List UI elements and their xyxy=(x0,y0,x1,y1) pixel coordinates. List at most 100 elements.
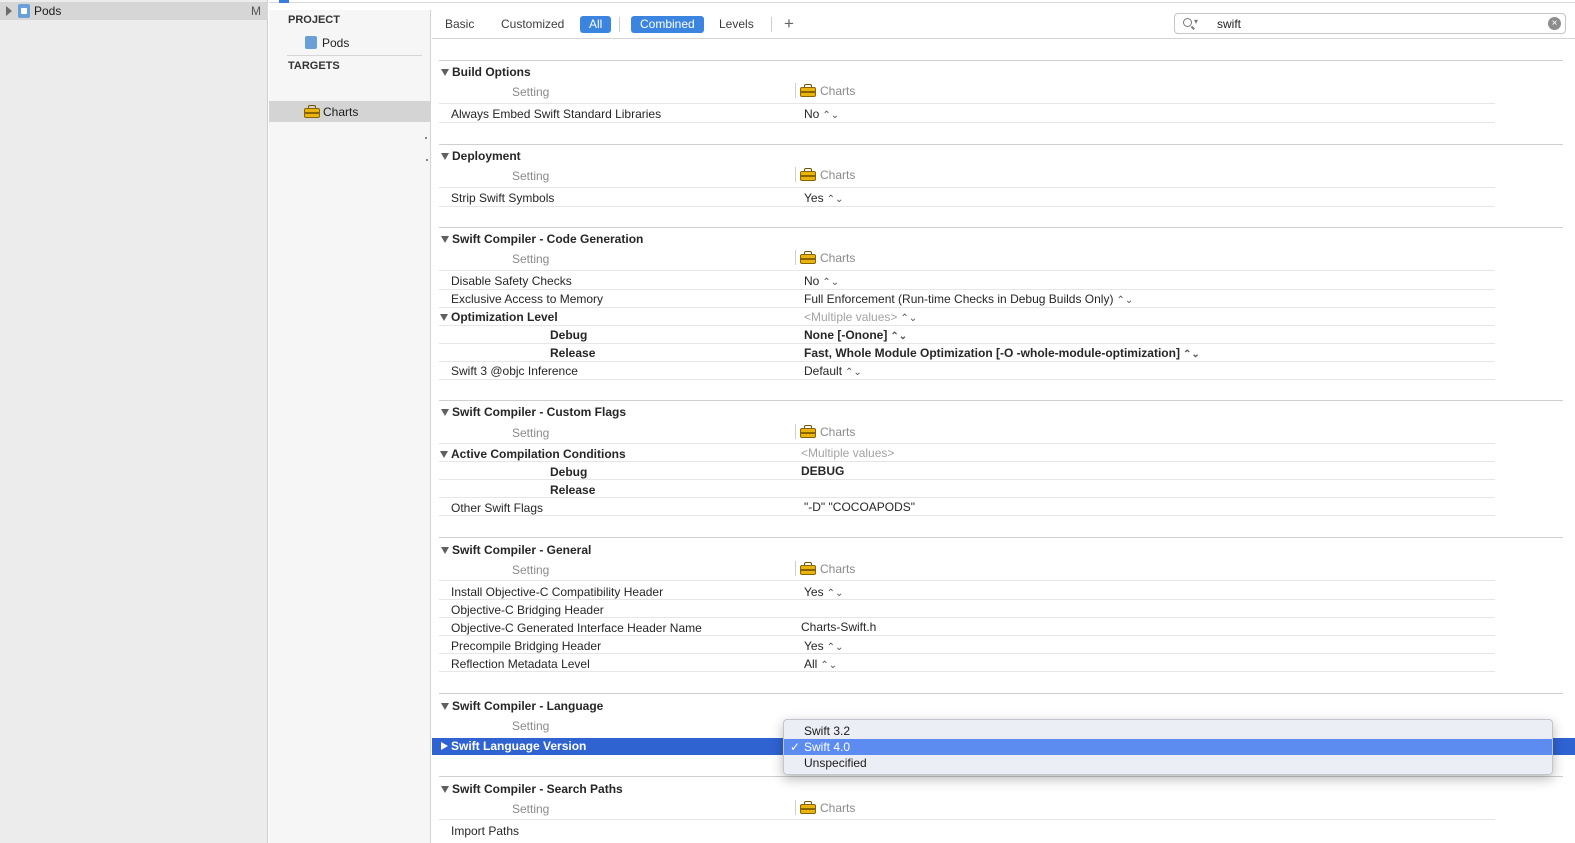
disclosure-triangle-icon[interactable] xyxy=(441,409,449,416)
configuration-name: Debug xyxy=(550,328,588,342)
setting-value[interactable]: Yes ⌃⌄ xyxy=(804,191,843,205)
column-header-target: Charts xyxy=(800,251,855,265)
setting-name[interactable]: Strip Swift Symbols xyxy=(451,191,554,205)
column-header-target: Charts xyxy=(800,168,855,182)
setting-value[interactable]: Charts-Swift.h xyxy=(801,620,876,634)
row-divider xyxy=(439,617,1495,618)
setting-value[interactable]: No ⌃⌄ xyxy=(804,274,839,288)
popup-stepper-icon: ⌃⌄ xyxy=(826,588,844,599)
menu-item-swift-3-2[interactable]: Swift 3.2 xyxy=(784,723,1552,739)
group-header-build-options[interactable]: Build Options xyxy=(441,65,531,79)
setting-value[interactable]: None [-Onone] ⌃⌄ xyxy=(804,328,907,342)
clear-search-icon[interactable]: × xyxy=(1548,17,1561,30)
filter-all-button[interactable]: All xyxy=(580,16,612,33)
setting-value[interactable]: DEBUG xyxy=(801,464,844,478)
setting-value-text: <Multiple values> xyxy=(804,310,898,324)
popup-stepper-icon: ⌃⌄ xyxy=(890,331,908,342)
editor-top-bar xyxy=(269,0,1575,3)
view-combined-button[interactable]: Combined xyxy=(631,16,704,33)
setting-value[interactable]: <Multiple values> ⌃⌄ xyxy=(804,310,917,324)
column-header-label: Charts xyxy=(820,801,856,815)
group-header-search-paths[interactable]: Swift Compiler - Search Paths xyxy=(441,782,623,796)
group-divider xyxy=(439,144,1563,145)
navigator-item-pods[interactable]: Pods M xyxy=(0,2,268,20)
setting-name[interactable]: Disable Safety Checks xyxy=(451,274,572,288)
resize-dot xyxy=(425,137,427,139)
project-navigator: Pods M xyxy=(0,0,268,843)
targets-section-header: TARGETS xyxy=(288,60,340,72)
group-header-code-generation[interactable]: Swift Compiler - Code Generation xyxy=(441,232,643,246)
setting-name[interactable]: Other Swift Flags xyxy=(451,501,543,515)
filter-basic-button[interactable]: Basic xyxy=(436,16,483,33)
setting-name[interactable]: Active Compilation Conditions xyxy=(440,447,626,461)
disclosure-triangle-icon[interactable] xyxy=(441,547,449,554)
setting-value[interactable]: No ⌃⌄ xyxy=(804,107,839,121)
column-header-target: Charts xyxy=(800,425,855,439)
column-header-setting: Setting xyxy=(512,802,550,816)
group-title: Swift Compiler - Search Paths xyxy=(452,782,623,796)
project-item-label: Pods xyxy=(322,36,350,50)
disclosure-triangle-icon[interactable] xyxy=(440,314,448,321)
setting-name[interactable]: Always Embed Swift Standard Libraries xyxy=(451,107,661,121)
project-item-pods[interactable]: Pods xyxy=(305,36,349,50)
column-header-setting: Setting xyxy=(512,169,550,183)
setting-value[interactable]: "-D" "COCOAPODS" xyxy=(804,500,915,514)
filter-customized-button[interactable]: Customized xyxy=(492,16,573,33)
search-input[interactable] xyxy=(1217,15,1537,32)
setting-name[interactable]: Install Objective-C Compatibility Header xyxy=(451,585,663,599)
disclosure-triangle-icon[interactable] xyxy=(441,703,449,710)
setting-name[interactable]: Objective-C Bridging Header xyxy=(451,603,604,617)
setting-name[interactable]: Optimization Level xyxy=(440,310,558,324)
disclosure-triangle-icon[interactable] xyxy=(441,236,449,243)
setting-name[interactable]: Precompile Bridging Header xyxy=(451,639,601,653)
setting-value[interactable]: Yes ⌃⌄ xyxy=(804,639,843,653)
disclosure-triangle-icon[interactable] xyxy=(440,451,448,458)
group-header-custom-flags[interactable]: Swift Compiler - Custom Flags xyxy=(441,405,626,419)
toolbox-icon xyxy=(800,251,816,264)
disclosure-triangle-icon[interactable] xyxy=(441,153,449,160)
chevron-down-icon[interactable]: ▾ xyxy=(1194,17,1198,26)
setting-name[interactable]: Import Paths xyxy=(451,824,519,838)
row-divider xyxy=(439,206,1495,207)
column-divider xyxy=(795,561,796,576)
group-header-deployment[interactable]: Deployment xyxy=(441,149,521,163)
search-field[interactable]: ▾ × xyxy=(1174,13,1566,34)
group-title: Swift Compiler - Language xyxy=(452,699,604,713)
setting-name[interactable]: Swift Language Version xyxy=(441,739,586,753)
target-item-charts[interactable]: Charts xyxy=(269,101,430,122)
disclosure-triangle-icon[interactable] xyxy=(6,6,12,16)
setting-value-text: Full Enforcement (Run-time Checks in Deb… xyxy=(804,292,1114,306)
group-divider xyxy=(439,693,1563,694)
row-divider xyxy=(439,653,1495,654)
setting-name[interactable]: Objective-C Generated Interface Header N… xyxy=(451,621,702,635)
column-header-target: Charts xyxy=(800,801,855,815)
setting-value[interactable]: Full Enforcement (Run-time Checks in Deb… xyxy=(804,292,1133,306)
setting-value[interactable]: Yes ⌃⌄ xyxy=(804,585,843,599)
project-targets-list: PROJECT Pods TARGETS Charts xyxy=(269,10,431,843)
setting-name[interactable]: Swift 3 @objc Inference xyxy=(451,364,578,378)
menu-item-unspecified[interactable]: Unspecified xyxy=(784,755,1552,771)
setting-name[interactable]: Reflection Metadata Level xyxy=(451,657,590,671)
search-icon xyxy=(1183,18,1192,27)
group-header-general[interactable]: Swift Compiler - General xyxy=(441,543,591,557)
setting-value[interactable]: All ⌃⌄ xyxy=(804,657,837,671)
disclosure-triangle-icon[interactable] xyxy=(441,69,449,76)
project-file-icon xyxy=(18,4,30,18)
setting-value-text: Yes xyxy=(804,639,824,653)
popup-stepper-icon: ⌃⌄ xyxy=(822,110,840,121)
setting-value[interactable]: Default ⌃⌄ xyxy=(804,364,862,378)
view-levels-button[interactable]: Levels xyxy=(710,16,763,33)
group-header-language[interactable]: Swift Compiler - Language xyxy=(441,699,603,713)
disclosure-triangle-icon[interactable] xyxy=(441,742,448,750)
column-header-setting: Setting xyxy=(512,252,550,266)
swift-version-popup-menu[interactable]: Swift 3.2 ✓ Swift 4.0 Unspecified xyxy=(783,719,1553,775)
setting-name[interactable]: Exclusive Access to Memory xyxy=(451,292,603,306)
setting-value[interactable]: Fast, Whole Module Optimization [-O -who… xyxy=(804,346,1200,360)
setting-name-text: Active Compilation Conditions xyxy=(451,447,626,461)
column-header-target: Charts xyxy=(800,562,855,576)
disclosure-triangle-icon[interactable] xyxy=(441,786,449,793)
add-setting-button[interactable]: + xyxy=(784,15,794,32)
setting-value[interactable]: <Multiple values> xyxy=(801,446,894,460)
menu-item-swift-4-0[interactable]: ✓ Swift 4.0 xyxy=(784,739,1552,755)
project-file-icon xyxy=(305,36,317,49)
